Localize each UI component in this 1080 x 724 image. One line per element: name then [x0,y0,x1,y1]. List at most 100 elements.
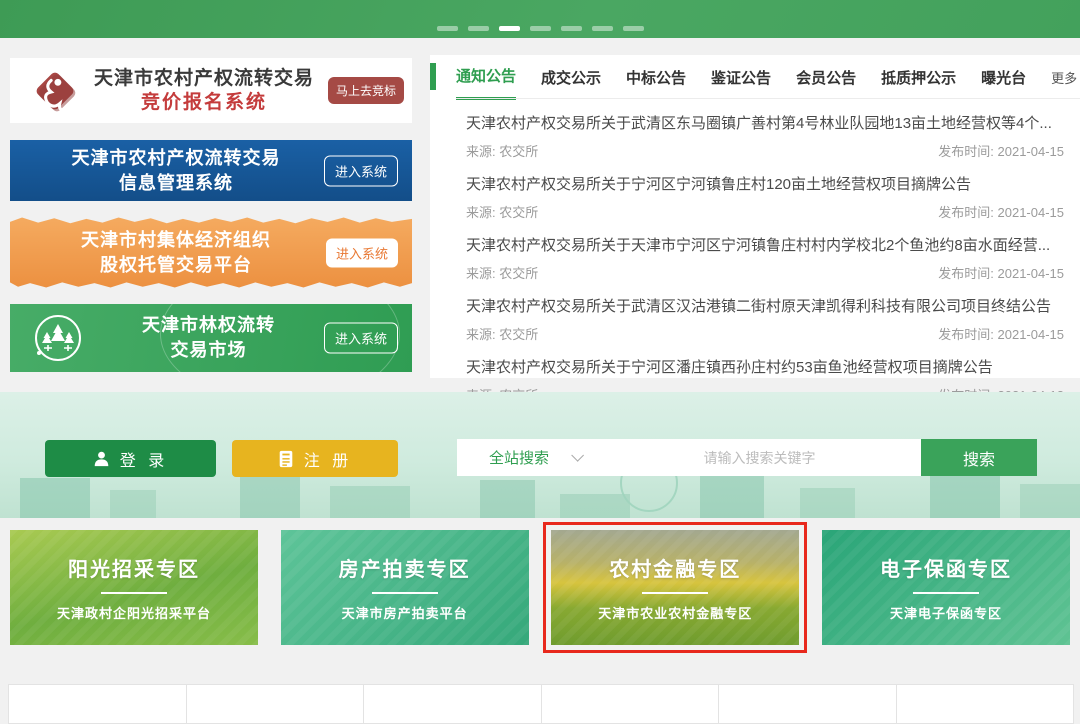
announcement-tabs: 通知公告 成交公示 中标公告 鉴证公告 会员公告 抵质押公示 曝光台 更多 ▶ [430,55,1080,99]
bottom-cell [896,684,1075,724]
tab-accent-bar [430,63,436,90]
news-item[interactable]: 天津农村产权交易所关于武清区东马圈镇广善村第4号林业队园地13亩土地经营权等4个… [430,107,1080,168]
more-label: 更多 [1051,71,1077,86]
id-card-icon [278,450,294,468]
bottom-cell [8,684,187,724]
tab-pledge[interactable]: 抵质押公示 [881,56,956,99]
carousel-dot[interactable] [468,26,489,31]
zone-title: 农村金融专区 [609,553,741,582]
news-source: 来源: 农交所 [466,263,538,282]
zone-sunshine-procurement[interactable]: 阳光招采专区 天津政村企阳光招采平台 [10,530,258,645]
tab-deals[interactable]: 成交公示 [541,56,601,99]
search-scope-select[interactable]: 全站搜索 [457,447,598,468]
bottom-cell [363,684,542,724]
zone-stripes-decoration [281,530,529,645]
search-scope-label: 全站搜索 [489,447,549,468]
search-bar: 全站搜索 搜索 [457,439,1037,476]
zone-stripes-decoration [10,530,258,645]
zone-subtitle: 天津市房产拍卖平台 [342,603,468,622]
zone-title: 电子保函专区 [880,553,1012,582]
news-item[interactable]: 天津农村产权交易所关于天津市宁河区宁河镇鲁庄村村内学校北2个鱼池约8亩水面经营.… [430,229,1080,290]
news-meta: 来源: 农交所 发布时间: 2021-04-15 [466,141,1064,160]
news-title[interactable]: 天津农村产权交易所关于宁河区潘庄镇西孙庄村约53亩鱼池经营权项目摘牌公告 [466,358,1064,378]
tab-authentication[interactable]: 鉴证公告 [711,56,771,99]
carousel-indicators [0,26,1080,31]
forest-market-banner[interactable]: 天津市林权流转 交易市场 进入系统 [10,304,412,372]
carousel-dot-active[interactable] [499,26,520,31]
zone-divider [372,592,438,594]
news-title[interactable]: 天津农村产权交易所关于天津市宁河区宁河镇鲁庄村村内学校北2个鱼池约8亩水面经营.… [466,236,1064,256]
carousel-dot[interactable] [437,26,458,31]
zone-subtitle: 天津电子保函专区 [890,603,1002,622]
carousel-banner [0,0,1080,38]
tab-exposure[interactable]: 曝光台 [981,56,1026,99]
news-item[interactable]: 天津农村产权交易所关于宁河区宁河镇鲁庄村120亩土地经营权项目摘牌公告 来源: … [430,168,1080,229]
zone-divider [101,592,167,594]
zone-subtitle: 天津市农业农村金融专区 [598,603,752,622]
carousel-dot[interactable] [561,26,582,31]
bottom-stats-row [8,684,1074,724]
info-management-banner[interactable]: 天津市农村产权流转交易 信息管理系统 进入系统 [10,140,412,201]
news-title[interactable]: 天津农村产权交易所关于武清区汉沽港镇二街村原天津凯得利科技有限公司项目终结公告 [466,297,1064,317]
news-source: 来源: 农交所 [466,141,538,160]
tab-member[interactable]: 会员公告 [796,56,856,99]
zone-title: 房产拍卖专区 [339,553,471,582]
news-source: 来源: 农交所 [466,324,538,343]
chevron-down-icon [571,449,584,462]
tab-winning-bid[interactable]: 中标公告 [626,56,686,99]
news-item[interactable]: 天津农村产权交易所关于武清区汉沽港镇二街村原天津凯得利科技有限公司项目终结公告 … [430,290,1080,351]
news-list: 天津农村产权交易所关于武清区东马圈镇广善村第4号林业队园地13亩土地经营权等4个… [430,99,1080,412]
zone-title: 阳光招采专区 [68,553,200,582]
bottom-cell [718,684,897,724]
zone-divider [913,592,979,594]
brand-box: 天津市农村产权流转交易 竞价报名系统 马上去竞标 [10,58,412,123]
search-input[interactable] [598,439,921,476]
enter-system-button[interactable]: 进入系统 [324,323,398,354]
banner-line1: 天津市村集体经济组织 [40,228,312,253]
announcements-panel: 通知公告 成交公示 中标公告 鉴证公告 会员公告 抵质押公示 曝光台 更多 ▶ … [430,55,1080,378]
brand-diamond-icon [30,66,80,116]
zone-electronic-guarantee[interactable]: 电子保函专区 天津电子保函专区 [822,530,1070,645]
bottom-cell [186,684,365,724]
equity-platform-banner[interactable]: 天津市村集体经济组织 股权托管交易平台 进入系统 [10,216,412,289]
forest-trees-icon [32,312,84,364]
go-bid-button[interactable]: 马上去竞标 [328,77,404,104]
news-meta: 来源: 农交所 发布时间: 2021-04-15 [466,263,1064,282]
brand-title: 天津市农村产权流转交易 [80,67,328,91]
zone-property-auction[interactable]: 房产拍卖专区 天津市房产拍卖平台 [281,530,529,645]
news-source: 来源: 农交所 [466,202,538,221]
banner-line1: 天津市林权流转 [100,313,317,338]
carousel-dot[interactable] [592,26,613,31]
news-meta: 来源: 农交所 发布时间: 2021-04-15 [466,202,1064,221]
login-label: 登 录 [120,447,168,471]
carousel-dot[interactable] [530,26,551,31]
news-title[interactable]: 天津农村产权交易所关于宁河区宁河镇鲁庄村120亩土地经营权项目摘牌公告 [466,175,1064,195]
enter-system-button[interactable]: 进入系统 [326,238,398,267]
banner-text: 天津市林权流转 交易市场 [100,313,317,363]
zone-divider [642,592,708,594]
special-zones: 阳光招采专区 天津政村企阳光招采平台 房产拍卖专区 天津市房产拍卖平台 农村金融… [10,530,1070,645]
news-date: 发布时间: 2021-04-15 [938,202,1064,221]
zone-subtitle: 天津政村企阳光招采平台 [57,603,211,622]
banner-line1: 天津市农村产权流转交易 [40,146,312,171]
news-title[interactable]: 天津农村产权交易所关于武清区东马圈镇广善村第4号林业队园地13亩土地经营权等4个… [466,114,1064,134]
zone-rural-finance[interactable]: 农村金融专区 天津市农业农村金融专区 [551,530,799,645]
enter-system-button[interactable]: 进入系统 [324,155,398,186]
banner-text: 天津市村集体经济组织 股权托管交易平台 [40,228,312,278]
zone-stripes-decoration [822,530,1070,645]
brand-subtitle: 竞价报名系统 [80,91,328,115]
tab-notice[interactable]: 通知公告 [456,54,516,100]
news-date: 发布时间: 2021-04-15 [938,263,1064,282]
register-button[interactable]: 注 册 [232,440,398,477]
carousel-dot[interactable] [623,26,644,31]
more-link[interactable]: 更多 ▶ [1051,68,1080,87]
login-button[interactable]: 登 录 [45,440,216,477]
banner-line2: 交易市场 [100,338,317,363]
banner-text: 天津市农村产权流转交易 信息管理系统 [40,146,312,196]
zone-stripes-decoration [551,530,799,645]
news-date: 发布时间: 2021-04-15 [938,141,1064,160]
brand-text: 天津市农村产权流转交易 竞价报名系统 [80,67,328,115]
banner-line2: 信息管理系统 [40,171,312,196]
user-icon [93,450,110,467]
search-button[interactable]: 搜索 [921,439,1037,476]
